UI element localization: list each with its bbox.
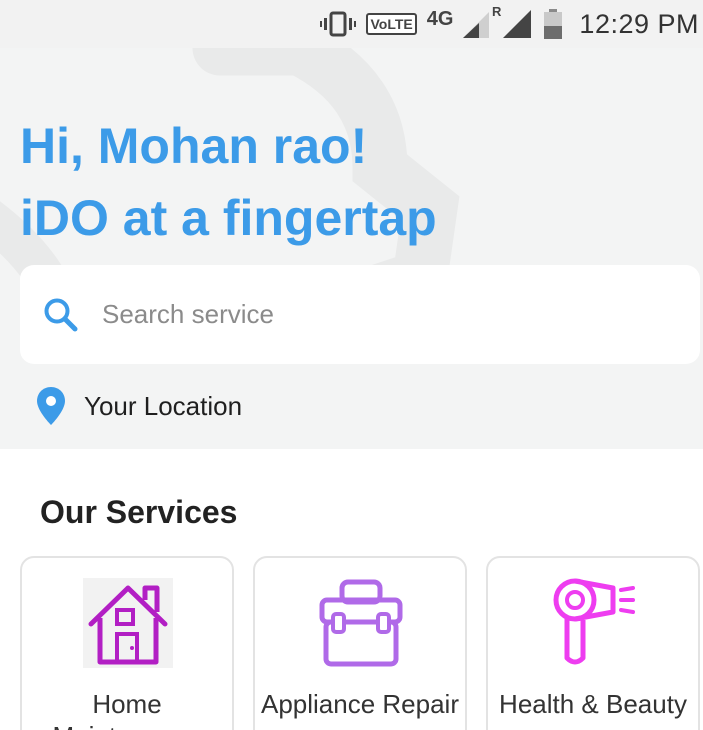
search-input[interactable]: [102, 299, 662, 330]
service-card-health-beauty[interactable]: Health & Beauty: [486, 556, 700, 730]
status-bar: VoLTE 4G R 12:29 PM: [0, 0, 703, 48]
location-selector[interactable]: Your Location: [36, 386, 242, 426]
signal-roaming-icon: R: [463, 4, 501, 38]
service-card-home-maintenance[interactable]: Home Maintenance: [20, 556, 234, 730]
battery-icon: [543, 9, 563, 39]
house-icon: [83, 578, 173, 668]
greeting-line-name: Hi, Mohan rao!: [20, 118, 368, 174]
volte-indicator: VoLTE: [366, 13, 417, 35]
hero-section: Hi, Mohan rao! iDO at a fingertap Your L…: [0, 48, 703, 449]
vibrate-icon: [320, 11, 357, 37]
network-type-label: 4G: [426, 7, 454, 30]
signal-strength-icon: [503, 10, 533, 38]
hair-dryer-icon: [553, 578, 635, 665]
service-label: Appliance Repair: [260, 689, 459, 719]
status-time: 12:29 PM: [579, 8, 699, 39]
search-icon: [44, 298, 78, 331]
search-bar[interactable]: [20, 265, 700, 364]
service-card-appliance-repair[interactable]: Appliance Repair: [253, 556, 467, 730]
greeting-heading: Hi, Mohan rao! iDO at a fingertap: [20, 110, 437, 254]
service-label: Home Maintenance: [53, 689, 202, 730]
location-pin-icon: [37, 387, 65, 425]
service-label: Health & Beauty: [499, 689, 687, 719]
roaming-label: R: [492, 4, 502, 19]
greeting-line-tagline: iDO at a fingertap: [20, 190, 437, 246]
services-heading: Our Services: [40, 494, 238, 530]
location-label: Your Location: [84, 390, 243, 421]
toolbox-icon: [319, 579, 403, 667]
